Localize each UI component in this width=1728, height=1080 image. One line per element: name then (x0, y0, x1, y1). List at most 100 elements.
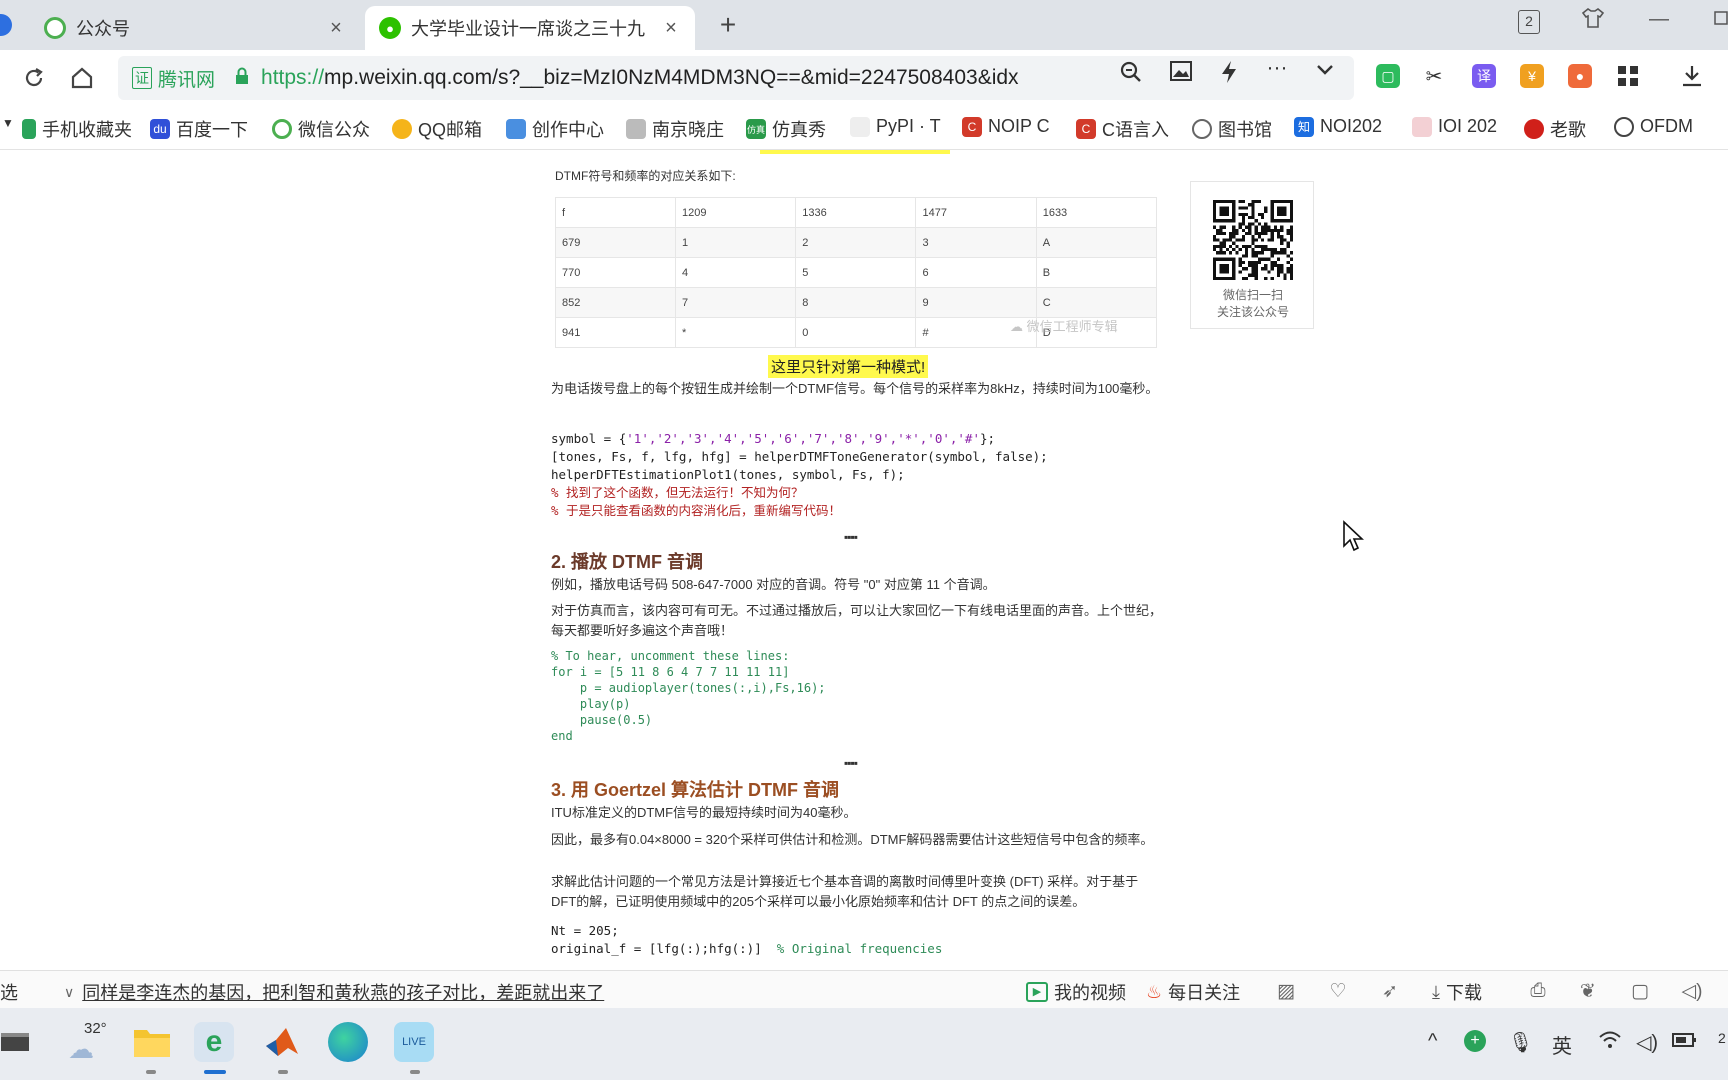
table-cell: C (1035, 287, 1158, 318)
tray-expand-icon[interactable]: ^ (1428, 1030, 1437, 1053)
reader-extension-icon[interactable]: ▢ (1376, 64, 1400, 88)
speaker-icon[interactable]: ◁) (1636, 1030, 1658, 1055)
table-row: 770 4 5 6 B (555, 257, 1158, 288)
image-icon[interactable] (1166, 60, 1196, 88)
paragraph-dtmf-generate: 为电话拨号盘上的每个按钮生成并绘制一个DTMF信号。每个信号的采样率为8kHz，… (551, 381, 1159, 396)
battery-icon[interactable] (1672, 1030, 1698, 1056)
chevron-down-icon[interactable]: ∨ (64, 984, 74, 1001)
wifi-icon[interactable] (1598, 1030, 1622, 1056)
clock-text[interactable]: 2 (1718, 1030, 1726, 1046)
start-menu-icon[interactable] (0, 1022, 30, 1062)
ime-indicator[interactable]: 英 (1552, 1030, 1572, 1059)
matlab-icon[interactable] (262, 1022, 302, 1062)
volume-icon[interactable]: ◁) (1680, 980, 1704, 1003)
more-icon[interactable]: ··· (1262, 56, 1292, 80)
url-text[interactable]: https://mp.weixin.qq.com/s?__biz=MzI0NzM… (261, 66, 1097, 90)
browser-logo-icon[interactable] (0, 14, 12, 36)
download-button[interactable]: ⤓ 下载 (1432, 979, 1482, 1005)
chevron-down-icon[interactable] (1310, 60, 1340, 86)
bookmark-pypi[interactable]: PyPI · T (850, 116, 941, 137)
download-icon: ⤓ (1432, 981, 1440, 1002)
apps-grid-icon[interactable] (1616, 64, 1640, 88)
bookmark-c-language[interactable]: C C语言入 (1076, 116, 1169, 142)
translate-icon[interactable]: 译 (1472, 64, 1496, 88)
section-divider-icon: ▪▪▪▪ (844, 530, 858, 544)
table-cell: 8 (795, 287, 917, 318)
security-tray-icon[interactable]: + (1464, 1030, 1486, 1052)
fangzhenxiu-icon: 仿真 (746, 119, 766, 139)
paragraph-play-example: 例如，播放电话号码 508-647-7000 对应的音调。符号 "0" 对应第 … (551, 577, 996, 592)
code-block-3: Nt = 205; original_f = [lfg(:);hfg(:)] %… (551, 923, 943, 956)
search-icon[interactable] (1116, 60, 1146, 90)
reload-icon[interactable] (16, 60, 52, 96)
bookmark-old-songs[interactable]: 老歌 (1524, 116, 1586, 142)
browser-taskbar-icon[interactable]: e (194, 1022, 234, 1062)
weather-temperature: 32° (84, 1020, 107, 1037)
table-cell: * (674, 317, 797, 348)
tab-strip: 公众号 × ● 大学毕业设计一席谈之三十九 × + 2 — (0, 0, 1728, 50)
bookmark-nanjing-xiaozhuang[interactable]: 南京晓庄 (626, 116, 724, 142)
screenshot-icon[interactable]: ▨ (1274, 980, 1298, 1003)
bookmark-ioi2022[interactable]: IOI 202 (1412, 116, 1497, 137)
rocket-icon[interactable]: ➶ (1378, 980, 1402, 1003)
qqmail-icon (392, 119, 412, 139)
table-cell: 4 (674, 257, 797, 288)
health-icon[interactable]: ♡ (1326, 980, 1350, 1003)
wechat-official-icon (272, 119, 292, 139)
running-indicator (410, 1070, 420, 1074)
tab-gongzhonghao[interactable]: 公众号 × (30, 6, 360, 50)
new-tab-button[interactable]: + (712, 9, 744, 41)
download-icon[interactable] (1680, 64, 1704, 88)
bookmark-ofdm[interactable]: OFDM (1614, 116, 1693, 137)
window-icon[interactable]: ▢ (1628, 980, 1652, 1003)
running-indicator (146, 1070, 156, 1074)
game-controller-icon[interactable]: ● (1568, 64, 1592, 88)
running-indicator (278, 1070, 288, 1074)
bookmark-wechat-platform[interactable]: 微信公众 (272, 116, 370, 142)
edge-icon[interactable] (328, 1022, 368, 1062)
news-ticker[interactable]: ∨ 同样是李连杰的基因，把利智和黄秋燕的孩子对比，差距就出来了 (64, 979, 604, 1005)
wallet-icon[interactable]: ¥ (1520, 64, 1544, 88)
shirt-skin-icon[interactable] (1578, 8, 1608, 34)
file-explorer-icon[interactable] (132, 1022, 172, 1062)
lightning-icon[interactable] (1214, 60, 1244, 90)
status-left-label[interactable]: 选 (0, 979, 18, 1005)
news-headline-link[interactable]: 同样是李连杰的基因，把利智和黄秋燕的孩子对比，差距就出来了 (82, 979, 604, 1005)
bookmarks-bar: ▼ 手机收藏夹 du 百度一下 微信公众 QQ邮箱 创作中心 南京晓庄 仿真 仿真秀… (0, 106, 1728, 150)
daily-follow-button[interactable]: ♨ 每日关注 (1146, 979, 1240, 1005)
table-cell: 770 (555, 257, 676, 288)
bookmark-qqmail[interactable]: QQ邮箱 (392, 116, 482, 142)
minimize-icon[interactable]: — (1644, 8, 1674, 31)
bookmark-noi2022[interactable]: 知 NOI202 (1294, 116, 1382, 137)
printer-icon[interactable]: ⎙ (1526, 980, 1550, 1002)
maximize-icon[interactable] (1712, 8, 1728, 31)
home-icon[interactable] (64, 60, 100, 96)
bookmark-fangzhenxiu[interactable]: 仿真 仿真秀 (746, 116, 826, 142)
section-divider-icon: ▪▪▪▪ (844, 756, 858, 770)
tab-close-icon[interactable]: × (326, 17, 346, 40)
bookmarks-menu-arrow-icon[interactable]: ▼ (2, 116, 14, 130)
microphone-icon[interactable]: 🎙 (1508, 1030, 1533, 1055)
bookmark-library[interactable]: 图书馆 (1192, 116, 1272, 142)
bookmark-creator-center[interactable]: 创作中心 (506, 116, 604, 142)
table-cell: 0 (795, 317, 917, 348)
tab-count-badge[interactable]: 2 (1518, 10, 1540, 34)
bookmark-noip[interactable]: C NOIP C (962, 116, 1050, 137)
tab-article[interactable]: ● 大学毕业设计一席谈之三十九 × (365, 6, 695, 50)
bookmark-baidu[interactable]: du 百度一下 (150, 116, 248, 142)
pypi-cube-icon (850, 116, 870, 137)
table-cell: B (1035, 257, 1158, 288)
certificate-icon: 证 (132, 67, 152, 89)
tab-close-icon[interactable]: × (661, 17, 681, 40)
weather-widget[interactable]: ☁ 32° (66, 1020, 110, 1064)
tab-title: 大学毕业设计一席谈之三十九 (411, 19, 645, 39)
qr-code-image[interactable] (1213, 200, 1293, 280)
scissors-icon[interactable]: ✂ (1422, 64, 1446, 88)
secure-site-badge[interactable]: 证 腾讯网 (132, 65, 215, 92)
live-mascot-icon[interactable]: LIVE (394, 1022, 434, 1062)
code-block-2: % To hear, uncomment these lines: for i … (551, 649, 826, 743)
qr-code-card: 微信扫一扫 关注该公众号 (1190, 181, 1314, 329)
my-video-button[interactable]: ▶ 我的视频 (1026, 979, 1126, 1005)
bookmark-mobile-favorites[interactable]: 手机收藏夹 (22, 116, 132, 142)
leaf-icon[interactable]: ❦ (1576, 980, 1600, 1003)
